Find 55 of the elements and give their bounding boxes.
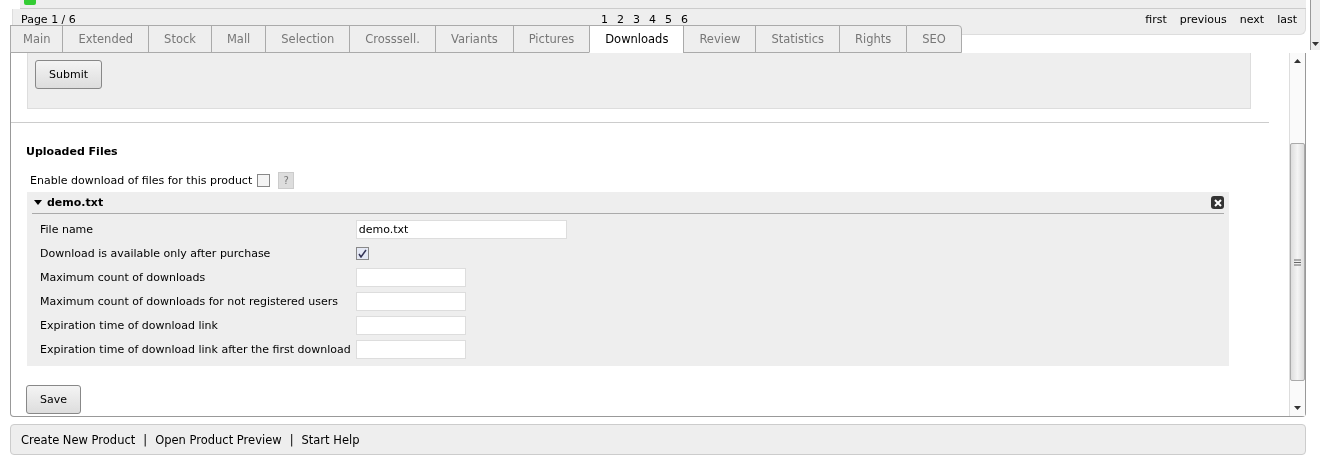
field-label: Expiration time of download link after the first download: [40, 343, 351, 356]
input-field[interactable]: [355, 316, 466, 335]
scroll-up-icon[interactable]: [1294, 59, 1301, 63]
page-link[interactable]: 6: [681, 13, 688, 26]
separator: |: [289, 432, 294, 447]
tab[interactable]: Mall: [210, 25, 266, 53]
scroll-thumb[interactable]: [1290, 143, 1305, 381]
status-icon: [24, 0, 36, 5]
tab[interactable]: Review: [683, 25, 756, 53]
page-link[interactable]: 2: [617, 13, 624, 26]
pagination-link[interactable]: previous: [1179, 13, 1227, 26]
input-field[interactable]: demo.txt: [355, 220, 567, 239]
tab[interactable]: SEO: [906, 25, 962, 53]
tab[interactable]: Rights: [839, 25, 907, 53]
tab[interactable]: Downloads: [589, 25, 684, 53]
field-label: Maximum count of downloads for not registered users: [40, 295, 340, 308]
checkbox[interactable]: [355, 247, 369, 260]
tab[interactable]: Crosssell.: [349, 25, 435, 53]
page-link[interactable]: 3: [633, 13, 640, 26]
tab[interactable]: Pictures: [512, 25, 590, 53]
page-link[interactable]: 5: [665, 13, 672, 26]
tab[interactable]: Main: [10, 25, 63, 53]
checkbox[interactable]: [257, 174, 271, 187]
expand-icon[interactable]: [34, 199, 42, 206]
pagination-link[interactable]: last: [1277, 13, 1297, 26]
scroll-down-icon[interactable]: [1312, 42, 1319, 46]
input-field[interactable]: [355, 268, 466, 287]
field-label: Enable download of files for this product: [30, 174, 253, 187]
footer-link[interactable]: Open Product Preview: [155, 432, 282, 447]
field-label: Download is available only after purchase: [40, 247, 272, 260]
footer-link[interactable]: Create New Product: [21, 432, 136, 447]
tab[interactable]: Statistics: [755, 25, 839, 53]
field-label: Maximum count of downloads: [40, 271, 207, 284]
tab[interactable]: Extended: [62, 25, 149, 53]
field-label: File name: [40, 223, 95, 236]
save-button[interactable]: Save: [26, 385, 81, 414]
input-field[interactable]: [355, 340, 466, 359]
separator: |: [143, 432, 148, 447]
tab[interactable]: Stock: [148, 25, 211, 53]
field-label: Expiration time of download link: [40, 319, 219, 332]
tab[interactable]: Variants: [434, 25, 513, 53]
tab[interactable]: Selection: [265, 25, 350, 53]
close-icon[interactable]: [1211, 196, 1224, 209]
file-title: demo.txt: [47, 196, 104, 209]
page-label: Page 1 / 6: [21, 13, 77, 26]
pagination-link[interactable]: first: [1145, 13, 1167, 26]
scrollbar[interactable]: [1310, 0, 1320, 50]
pagination-link[interactable]: next: [1239, 13, 1265, 26]
scroll-down-icon[interactable]: [1294, 406, 1301, 410]
page-link[interactable]: 1: [601, 13, 608, 26]
submit-button[interactable]: Submit: [35, 60, 103, 89]
footer-link[interactable]: Start Help: [301, 432, 360, 447]
section-heading: Uploaded Files: [26, 145, 119, 158]
input-field[interactable]: [355, 292, 466, 311]
page-link[interactable]: 4: [649, 13, 656, 26]
